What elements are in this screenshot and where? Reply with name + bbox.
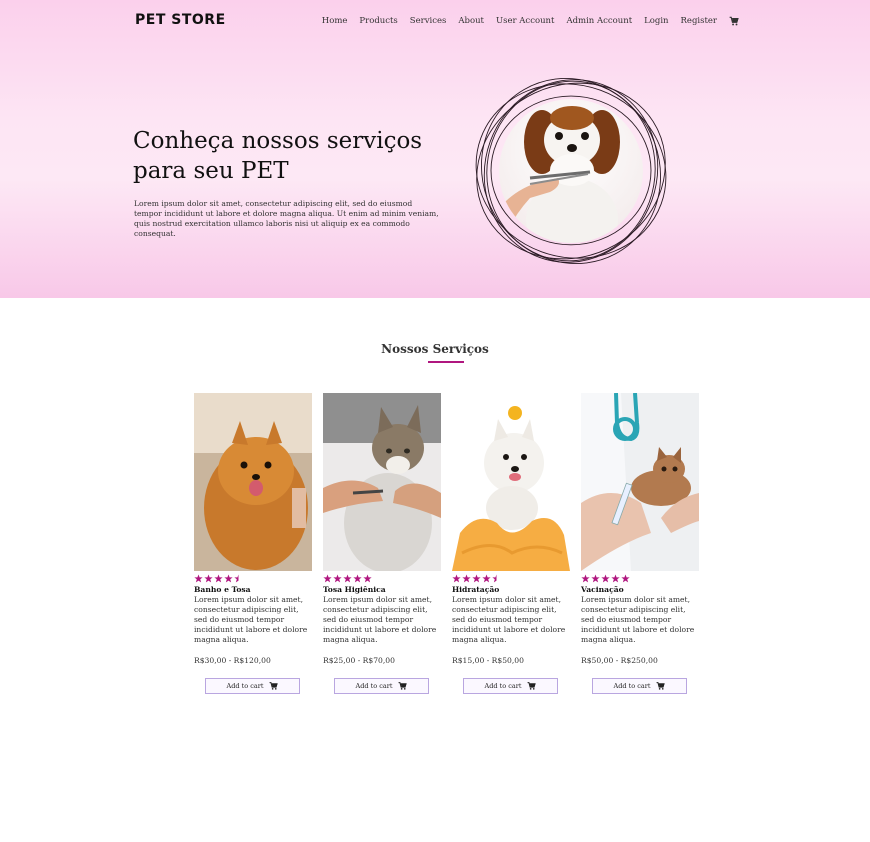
service-price: R$30,00 - R$120,00 <box>194 656 271 665</box>
rating-stars <box>581 573 699 584</box>
add-to-cart-label: Add to cart <box>226 682 264 690</box>
kitten-vaccine-image[interactable] <box>581 393 699 571</box>
cart-icon <box>270 682 279 690</box>
star-icon <box>611 574 620 583</box>
rating-stars <box>452 573 570 584</box>
cart-icon <box>399 682 408 690</box>
hero-title: Conheça nossos serviços para seu PET <box>133 128 423 184</box>
add-to-cart-label: Add to cart <box>613 682 651 690</box>
star-icon <box>333 574 342 583</box>
service-price: R$50,00 - R$250,00 <box>581 656 658 665</box>
service-description: Lorem ipsum dolor sit amet, consectetur … <box>452 595 566 644</box>
star-icon <box>323 574 332 583</box>
nav-user-account[interactable]: User Account <box>496 16 554 26</box>
pomeranian-image[interactable] <box>194 393 312 571</box>
add-to-cart-label: Add to cart <box>484 682 522 690</box>
cart-icon <box>657 682 666 690</box>
star-icon <box>482 574 491 583</box>
rating-stars <box>194 573 312 584</box>
hero-text: Lorem ipsum dolor sit amet, consectetur … <box>134 199 439 238</box>
nav-products[interactable]: Products <box>359 16 397 26</box>
nav-admin-account[interactable]: Admin Account <box>566 16 632 26</box>
add-to-cart-label: Add to cart <box>355 682 393 690</box>
star-icon <box>353 574 362 583</box>
service-description: Lorem ipsum dolor sit amet, consectetur … <box>194 595 308 644</box>
star-icon <box>472 574 481 583</box>
star-icon <box>601 574 610 583</box>
service-card: Banho e Tosa Lorem ipsum dolor sit amet,… <box>194 393 312 694</box>
star-icon <box>591 574 600 583</box>
services-list: Banho e Tosa Lorem ipsum dolor sit amet,… <box>194 393 699 694</box>
service-price: R$25,00 - R$70,00 <box>323 656 395 665</box>
service-card: Hidratação Lorem ipsum dolor sit amet, c… <box>452 393 570 694</box>
title-underline <box>428 361 464 363</box>
hero-dog-grooming-image <box>475 78 667 264</box>
service-card: Tosa Higiênica Lorem ipsum dolor sit ame… <box>323 393 441 694</box>
cat-nail-trim-image[interactable] <box>323 393 441 571</box>
logo[interactable]: PET STORE <box>135 12 226 28</box>
star-icon <box>204 574 213 583</box>
rating-stars <box>323 573 441 584</box>
star-icon <box>214 574 223 583</box>
hero-section: PET STORE Home Products Services About U… <box>0 0 870 298</box>
star-icon <box>343 574 352 583</box>
nav-services[interactable]: Services <box>410 16 447 26</box>
service-description: Lorem ipsum dolor sit amet, consectetur … <box>581 595 695 644</box>
star-icon <box>621 574 630 583</box>
service-price: R$15,00 - R$50,00 <box>452 656 524 665</box>
star-half-icon <box>234 574 239 583</box>
star-icon <box>363 574 372 583</box>
star-icon <box>581 574 590 583</box>
add-to-cart-button[interactable]: Add to cart <box>463 678 558 694</box>
star-icon <box>452 574 461 583</box>
nav-home[interactable]: Home <box>322 16 348 26</box>
service-name: Banho e Tosa <box>194 585 251 594</box>
star-half-icon <box>492 574 497 583</box>
add-to-cart-button[interactable]: Add to cart <box>592 678 687 694</box>
services-section-title: Nossos Serviços <box>381 342 489 356</box>
service-description: Lorem ipsum dolor sit amet, consectetur … <box>323 595 437 644</box>
nav-about[interactable]: About <box>458 16 484 26</box>
nav-login[interactable]: Login <box>644 16 668 26</box>
nav-register[interactable]: Register <box>681 16 717 26</box>
star-icon <box>462 574 471 583</box>
service-name: Vacinação <box>581 585 624 594</box>
service-name: Tosa Higiênica <box>323 585 386 594</box>
service-card: Vacinação Lorem ipsum dolor sit amet, co… <box>581 393 699 694</box>
westie-towel-image[interactable] <box>452 393 570 571</box>
service-name: Hidratação <box>452 585 500 594</box>
add-to-cart-button[interactable]: Add to cart <box>205 678 300 694</box>
main-nav: Home Products Services About User Accoun… <box>322 16 739 26</box>
cart-icon <box>528 682 537 690</box>
star-icon <box>224 574 233 583</box>
cart-icon[interactable] <box>729 16 739 26</box>
star-icon <box>194 574 203 583</box>
add-to-cart-button[interactable]: Add to cart <box>334 678 429 694</box>
